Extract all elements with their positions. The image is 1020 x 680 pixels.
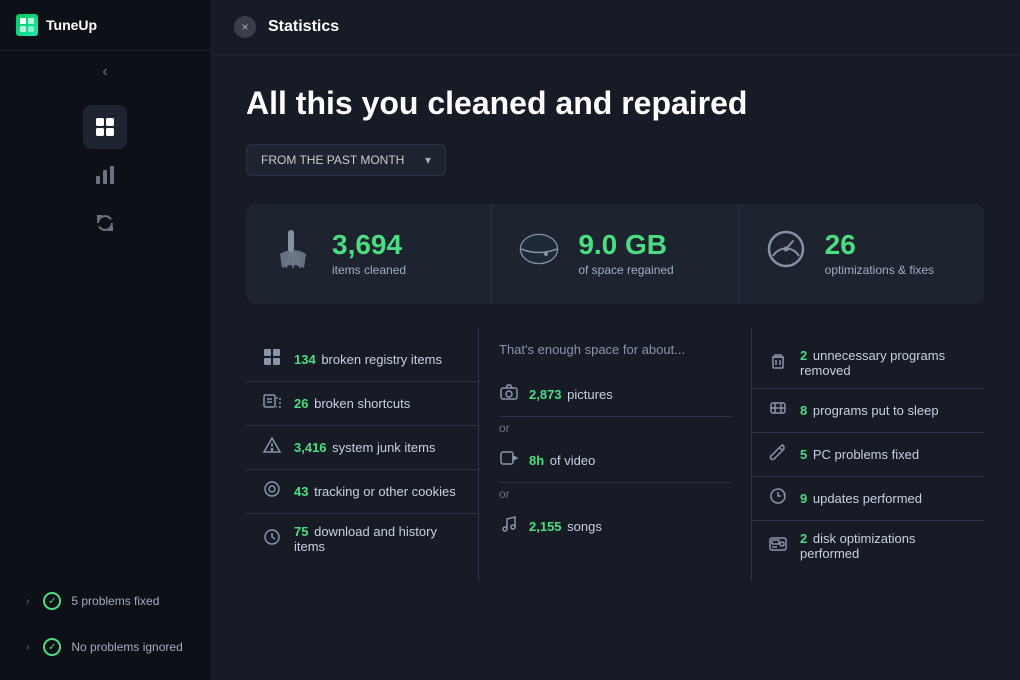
stat-card-space-regained: 9.0 GB of space regained [492,204,738,304]
status-label-ignored: No problems ignored [71,640,182,654]
space-intro-text: That's enough space for about... [499,338,731,361]
update-icon [768,487,788,510]
nav-item-grid[interactable] [83,105,127,149]
status-label-fixed: 5 problems fixed [71,594,159,608]
sidebar: TuneUp ‹ › [0,0,210,680]
detail-cookies: 43 tracking or other cookies [246,470,478,514]
app-title: TuneUp [46,17,97,33]
registry-icon [262,348,282,371]
nav-item-chart[interactable] [83,153,127,197]
or-label-1: or [499,417,731,439]
stat-info-optimizations: 26 optimizations & fixes [825,231,934,277]
detail-pc-problems: 5 PC problems fixed [752,433,984,477]
nav-item-refresh[interactable] [83,201,127,245]
chevron-icon-2: › [26,642,29,653]
stat-info-space: 9.0 GB of space regained [578,231,673,277]
detail-sleep: 8 programs put to sleep [752,389,984,433]
check-circle-icon: ✓ [43,592,61,610]
detail-disk: 2 disk optimizations performed [752,521,984,571]
music-icon [499,515,519,538]
disk-icon [768,535,788,558]
unnecessary-programs-text: 2 unnecessary programs removed [800,348,968,378]
details-grid: 134 broken registry items 26 [246,328,984,581]
sleep-icon [768,399,788,422]
sidebar-status-problems-fixed[interactable]: › ✓ 5 problems fixed [16,584,194,618]
stat-card-optimizations: 26 optimizations & fixes [739,204,984,304]
optimizations-number: 26 [825,231,934,259]
sidebar-collapse-btn[interactable]: ‹ [0,51,210,93]
space-content-col: That's enough space for about... 2,873 p… [479,328,752,581]
dropdown-arrow-icon: ▾ [425,153,431,167]
camera-icon [499,383,519,406]
broom-icon [270,226,316,282]
sidebar-status-problems-ignored[interactable]: › ✓ No problems ignored [16,630,194,664]
gauge-icon [763,226,809,282]
sidebar-nav [0,93,210,257]
filter-label: FROM THE PAST MONTH [261,153,404,167]
detail-registry: 134 broken registry items [246,338,478,382]
shortcuts-text: 26 broken shortcuts [294,396,410,411]
or-label-2: or [499,483,731,505]
stat-card-items-cleaned: 3,694 items cleaned [246,204,492,304]
cleaned-number: 3,694 [332,231,406,259]
video-text: 8h of video [529,453,595,468]
page-title: All this you cleaned and repaired [246,85,984,122]
filter-dropdown[interactable]: FROM THE PAST MONTH ▾ [246,144,446,176]
close-button[interactable]: × [234,16,256,38]
updates-text: 9 updates performed [800,491,922,506]
cookies-text: 43 tracking or other cookies [294,484,456,499]
cleaned-items-col: 134 broken registry items 26 [246,328,479,581]
chevron-icon: › [26,596,29,607]
downloads-text: 75 download and history items [294,524,462,554]
check-circle-icon-2: ✓ [43,638,61,656]
disk-text: 2 disk optimizations performed [800,531,968,561]
stats-row: 3,694 items cleaned 9.0 GB of space reg [246,204,984,304]
pc-problems-text: 5 PC problems fixed [800,447,919,462]
stat-info-cleaned: 3,694 items cleaned [332,231,406,277]
video-icon [499,449,519,472]
optimizations-label: optimizations & fixes [825,263,934,277]
trash-icon [768,352,788,375]
junk-text: 3,416 system junk items [294,440,435,455]
main-body: All this you cleaned and repaired FROM T… [210,55,1020,680]
songs-text: 2,155 songs [529,519,602,534]
avg-logo [16,14,38,36]
sidebar-bottom: › ✓ 5 problems fixed › ✓ No problems ign… [0,568,210,680]
junk-icon [262,436,282,459]
registry-text: 134 broken registry items [294,352,442,367]
cleaned-label: items cleaned [332,263,406,277]
space-number: 9.0 GB [578,231,673,259]
cookies-icon [262,480,282,503]
wrench-icon [768,443,788,466]
detail-junk: 3,416 system junk items [246,426,478,470]
sidebar-header: TuneUp [0,0,210,51]
detail-shortcuts: 26 broken shortcuts [246,382,478,426]
history-icon [262,528,282,551]
pictures-text: 2,873 pictures [529,387,613,402]
main-header: × Statistics [210,0,1020,55]
optimizations-col: 2 unnecessary programs removed [752,328,984,581]
shortcut-icon [262,392,282,415]
space-item-pictures: 2,873 pictures [499,373,731,417]
main-content: × Statistics All this you cleaned and re… [210,0,1020,680]
detail-downloads: 75 download and history items [246,514,478,564]
space-item-songs: 2,155 songs [499,505,731,548]
space-item-video: 8h of video [499,439,731,483]
detail-updates: 9 updates performed [752,477,984,521]
panel-title: Statistics [268,18,339,36]
detail-unnecessary-programs: 2 unnecessary programs removed [752,338,984,389]
hdd-icon [516,226,562,282]
space-label: of space regained [578,263,673,277]
sleep-text: 8 programs put to sleep [800,403,939,418]
